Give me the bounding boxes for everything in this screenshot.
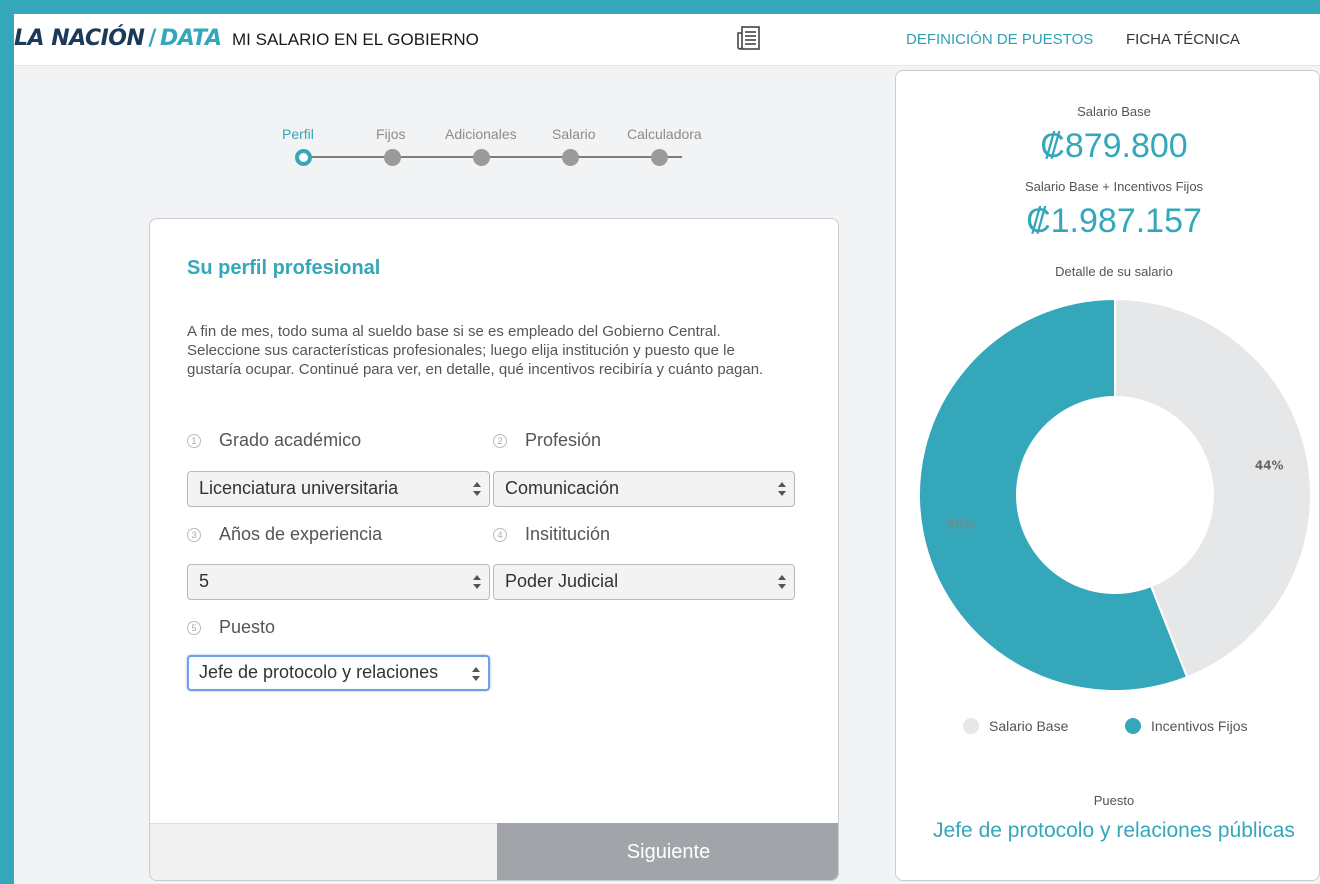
label-institucion: 4 Insititución [493,524,610,545]
select-arrows-icon [472,667,480,681]
select-anos-experiencia[interactable]: 5 [187,564,490,600]
donut-slice-label-0: 44% [1255,459,1284,473]
newspaper-icon[interactable] [736,25,762,53]
select-grado-academico[interactable]: Licenciatura universitaria [187,471,490,507]
select-arrows-icon [778,575,786,589]
step-dot-adicionales[interactable] [473,149,490,166]
step-number-1: 1 [187,434,201,448]
top-bar: LA NACIÓN / DATA MI SALARIO EN EL GOBIERNO… [14,14,1320,66]
step-label-salario[interactable]: Salario [552,126,596,142]
step-label-fijos[interactable]: Fijos [376,126,406,142]
nav-definicion-puestos[interactable]: DEFINICIÓN DE PUESTOS [906,31,1093,48]
select-profesion[interactable]: Comunicación [493,471,795,507]
select-arrows-icon [778,482,786,496]
stepper-line [310,156,682,158]
step-number-4: 4 [493,528,507,542]
legend-label: Incentivos Fijos [1151,718,1248,734]
select-value: Licenciatura universitaria [199,478,399,498]
donut-slice-label-1: 56% [946,517,975,531]
select-value: Jefe de protocolo y relaciones [199,662,439,682]
form-intro: A fin de mes, todo suma al sueldo base s… [187,323,764,378]
select-puesto[interactable]: Jefe de protocolo y relaciones [187,655,490,691]
legend-dot-salario-base [963,718,979,734]
base-salary-label: Salario Base [1077,104,1151,119]
base-salary-value: ₡879.800 [1040,127,1188,165]
select-value: 5 [199,571,210,591]
step-number-5: 5 [187,621,201,635]
next-button[interactable]: Siguiente [497,823,838,880]
salary-donut-chart: 44% 56% [917,297,1313,693]
puesto-value: Jefe de protocolo y relaciones públicas [933,819,1295,842]
select-arrows-icon [473,575,481,589]
puesto-label: Puesto [1093,793,1135,808]
la-nacion-data-logo[interactable]: LA NACIÓN / DATA [14,26,222,54]
step-dot-perfil[interactable] [295,149,312,166]
page: LA NACIÓN / DATA MI SALARIO EN EL GOBIERNO… [14,14,1320,884]
select-arrows-icon [473,482,481,496]
legend-incentivos-fijos[interactable]: Incentivos Fijos [1125,718,1247,734]
label-profesion: 2 Profesión [493,430,601,451]
card-footer-back-area [150,823,497,880]
logo-slash: / [148,26,156,51]
salary-detail-label: Detalle de su salario [1055,264,1173,279]
logo-main: LA NACIÓN [14,26,145,51]
profile-form-card: Su perfil profesional A fin de mes, todo… [149,218,839,881]
step-number-2: 2 [493,434,507,448]
logo-data: DATA [159,26,222,51]
label-anos-experiencia: 3 Años de experiencia [187,524,382,545]
legend-label: Salario Base [989,718,1069,734]
select-value: Poder Judicial [505,571,619,591]
total-salary-label: Salario Base + Incentivos Fijos [1024,179,1204,194]
legend-dot-incentivos-fijos [1125,718,1141,734]
app-title: MI SALARIO EN EL GOBIERNO [232,30,479,49]
step-label-adicionales[interactable]: Adicionales [445,126,517,142]
step-label-perfil[interactable]: Perfil [282,126,314,142]
total-salary-value: ₡1.987.157 [1026,202,1202,240]
form-title: Su perfil profesional [187,257,381,279]
step-label-calculadora[interactable]: Calculadora [627,126,702,142]
step-dot-calculadora[interactable] [651,149,668,166]
label-grado-academico: 1 Grado académico [187,430,361,451]
donut-svg: 44% 56% [918,297,1312,692]
nav-ficha-tecnica[interactable]: FICHA TÉCNICA [1126,31,1240,48]
salary-summary-panel: Salario Base ₡879.800 Salario Base + Inc… [895,70,1320,881]
select-institucion[interactable]: Poder Judicial [493,564,795,600]
step-number-3: 3 [187,528,201,542]
label-puesto: 5 Puesto [187,617,275,638]
step-dot-salario[interactable] [562,149,579,166]
step-dot-fijos[interactable] [384,149,401,166]
legend-salario-base[interactable]: Salario Base [963,718,1068,734]
select-value: Comunicación [505,478,620,498]
